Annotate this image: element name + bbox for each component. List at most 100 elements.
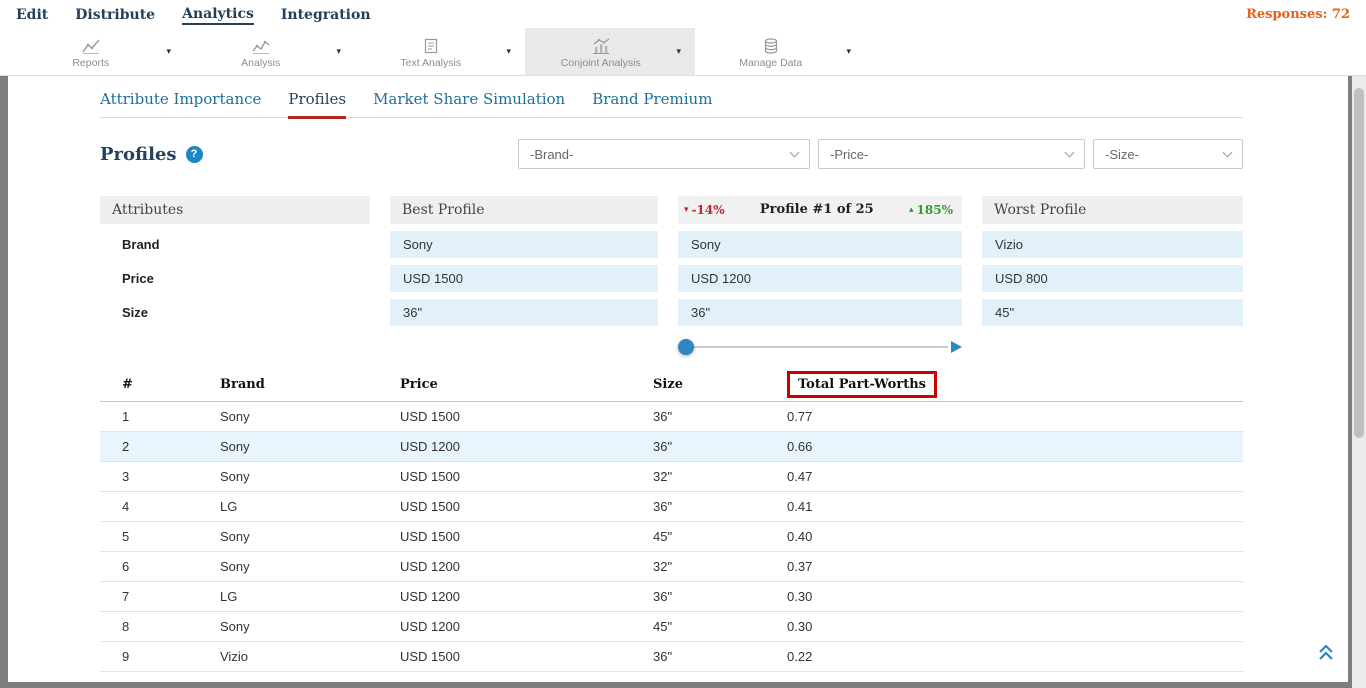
table-cell: 45"	[631, 612, 765, 642]
scroll-to-top-icon[interactable]	[1316, 644, 1336, 666]
attribute-filters: -Brand- -Price- -Size-	[518, 139, 1243, 169]
table-cell: 2	[100, 432, 198, 462]
database-icon	[762, 37, 780, 55]
column-header-price[interactable]: Price	[378, 368, 631, 402]
analytics-toolbar: Reports▾Analysis▾Text Analysis▾Conjoint …	[0, 28, 1366, 76]
table-header-row: #BrandPriceSize Total Part-Worths	[100, 368, 1243, 402]
help-icon[interactable]: ?	[186, 146, 203, 163]
toolbar-label: Text Analysis	[400, 57, 461, 69]
top-nav: Edit Distribute Analytics Integration	[16, 0, 398, 28]
filter-value: -Size-	[1105, 147, 1139, 162]
current-profile-value: USD 1200	[678, 265, 962, 292]
table-row[interactable]: 3SonyUSD 150032"0.47	[100, 462, 1243, 492]
table-row[interactable]: 1SonyUSD 150036"0.77	[100, 402, 1243, 432]
profile-comparison: Attributes BrandPriceSize Best Profile S…	[100, 196, 1243, 356]
table-row[interactable]: 5SonyUSD 150045"0.40	[100, 522, 1243, 552]
chevron-down-icon[interactable]: ▾	[846, 46, 865, 57]
column-header-size[interactable]: Size	[631, 368, 765, 402]
nav-edit[interactable]: Edit	[16, 5, 48, 24]
table-cell: USD 800	[378, 672, 631, 683]
table-cell: Vizio	[198, 642, 378, 672]
page-title: Profiles	[100, 144, 177, 165]
toolbar-text-analysis[interactable]: Text Analysis ▾	[355, 28, 525, 75]
highlight-box: Total Part-Worths	[787, 371, 937, 398]
column-header-brand[interactable]: Brand	[198, 368, 378, 402]
chevron-down-icon	[790, 147, 800, 157]
table-cell: USD 1200	[378, 612, 631, 642]
column-header-[interactable]: #	[100, 368, 198, 402]
table-cell: 7	[100, 582, 198, 612]
current-profile-column: ▾-14% Profile #1 of 25 ▴185% SonyUSD 120…	[678, 196, 962, 356]
toolbar-conjoint-analysis[interactable]: Conjoint Analysis ▾	[525, 28, 695, 75]
table-cell: Sony	[198, 462, 378, 492]
toolbar-analysis[interactable]: Analysis▾	[185, 28, 355, 75]
scrollbar-thumb[interactable]	[1354, 88, 1364, 438]
column-header-total-part-worths[interactable]: Total Part-Worths	[765, 368, 1243, 402]
table-row[interactable]: 2SonyUSD 120036"0.66	[100, 432, 1243, 462]
toolbar-reports[interactable]: Reports▾	[15, 28, 185, 75]
scrollbar[interactable]	[1352, 76, 1366, 688]
table-cell: 36"	[631, 672, 765, 683]
table-cell: 9	[100, 642, 198, 672]
table-cell: LG	[198, 582, 378, 612]
line-chart-icon	[81, 37, 101, 55]
tab-attribute-importance[interactable]: Attribute Importance	[100, 90, 261, 117]
chevron-down-icon	[1065, 147, 1075, 157]
worst-profile-header: Worst Profile	[982, 196, 1243, 224]
table-row[interactable]: 9VizioUSD 150036"0.22	[100, 642, 1243, 672]
percent-down-badge: ▾-14%	[684, 196, 725, 224]
down-triangle-icon: ▾	[684, 196, 689, 224]
current-profile-value: Sony	[678, 231, 962, 258]
filter-brand-dropdown[interactable]: -Brand-	[518, 139, 810, 169]
toolbar-label: Conjoint Analysis	[561, 57, 641, 69]
table-cell: Sony	[198, 522, 378, 552]
slider-end-arrow-icon[interactable]	[951, 341, 962, 353]
table-row[interactable]: 10SonyUSD 80036"0.14	[100, 672, 1243, 683]
table-cell: USD 1500	[378, 642, 631, 672]
table-row[interactable]: 6SonyUSD 120032"0.37	[100, 552, 1243, 582]
nav-integration[interactable]: Integration	[281, 5, 371, 24]
table-cell: 10	[100, 672, 198, 683]
attributes-header: Attributes	[100, 196, 370, 224]
tab-market-share-simulation[interactable]: Market Share Simulation	[373, 90, 565, 117]
table-cell: USD 1200	[378, 552, 631, 582]
table-cell: Sony	[198, 432, 378, 462]
table-row[interactable]: 4LGUSD 150036"0.41	[100, 492, 1243, 522]
chevron-down-icon[interactable]: ▾	[506, 46, 525, 57]
table-cell: USD 1500	[378, 462, 631, 492]
filter-value: -Price-	[830, 147, 868, 162]
responses-count: Responses: 72	[1246, 7, 1350, 22]
filter-size-dropdown[interactable]: -Size-	[1093, 139, 1243, 169]
filter-price-dropdown[interactable]: -Price-	[818, 139, 1085, 169]
table-cell: 36"	[631, 642, 765, 672]
table-cell: 0.30	[765, 612, 1243, 642]
toolbar-manage-data[interactable]: Manage Data▾	[695, 28, 865, 75]
text-doc-icon	[422, 37, 440, 55]
tab-brand-premium[interactable]: Brand Premium	[592, 90, 712, 117]
table-cell: Sony	[198, 402, 378, 432]
table-cell: USD 1200	[378, 432, 631, 462]
nav-analytics[interactable]: Analytics	[182, 4, 254, 25]
table-cell: 4	[100, 492, 198, 522]
chevron-down-icon[interactable]: ▾	[676, 46, 695, 57]
table-row[interactable]: 8SonyUSD 120045"0.30	[100, 612, 1243, 642]
table-cell: 0.40	[765, 522, 1243, 552]
table-cell: 0.77	[765, 402, 1243, 432]
slider-handle[interactable]	[678, 339, 694, 355]
table-cell: 5	[100, 522, 198, 552]
table-cell: 3	[100, 462, 198, 492]
table-row[interactable]: 7LGUSD 120036"0.30	[100, 582, 1243, 612]
profile-subtabs: Attribute Importance Profiles Market Share…	[100, 76, 1243, 118]
slider-track[interactable]	[680, 346, 948, 348]
table-cell: 32"	[631, 552, 765, 582]
title-row: Profiles ? -Brand- -Price- -Size-	[100, 138, 1243, 170]
chevron-down-icon[interactable]: ▾	[166, 46, 185, 57]
top-bar: Edit Distribute Analytics Integration Respo…	[0, 0, 1366, 28]
chevron-down-icon[interactable]: ▾	[336, 46, 355, 57]
tab-profiles[interactable]: Profiles	[288, 90, 346, 119]
table-cell: 36"	[631, 402, 765, 432]
best-profile-column: Best Profile SonyUSD 150036"	[390, 196, 658, 356]
content-panel: Attribute Importance Profiles Market Share…	[8, 76, 1348, 682]
table-cell: 0.47	[765, 462, 1243, 492]
nav-distribute[interactable]: Distribute	[75, 5, 155, 24]
